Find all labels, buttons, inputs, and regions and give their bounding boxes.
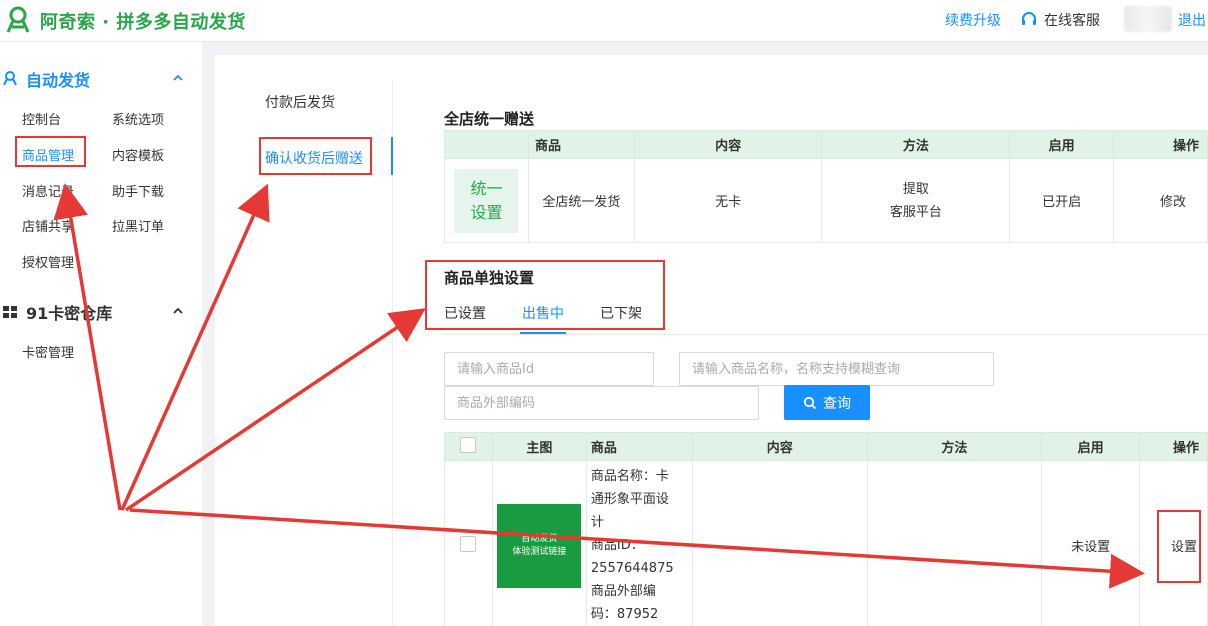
product-thumbnail: 自动发货 体验测试链接 [497,503,582,588]
sidebar-item-authorization[interactable]: 授权管理 [22,252,74,271]
gift-method: 提取 客服平台 [821,158,1011,243]
sidebar-item-blacklist-orders[interactable]: 拉黑订单 [112,216,164,235]
sidebar-section-auto-ship[interactable]: 自动发货 [26,67,90,91]
sidebar-item-content-template[interactable]: 内容模板 [112,145,164,164]
col-product: 商品 [527,130,635,159]
gift-modify-link[interactable]: 修改 [1113,158,1208,243]
table-row: 自动发货 体验测试链接 商品名称：卡 通形象平面设 计 商品ID： 255764… [444,460,1208,626]
gift-product: 全店统一发货 [527,158,635,243]
unified-setting-tag: 统一 设置 [454,168,519,233]
gift-enabled: 已开启 [1009,158,1115,243]
col-blank [444,130,529,159]
external-code-input[interactable] [444,386,759,420]
col-content: 内容 [633,130,823,159]
store-gift-table: 商品 内容 方法 启用 操作 统一 设置 全店统一发货 无卡 提取 客服平台 已… [444,130,1208,243]
card-warehouse-icon [3,306,17,318]
search-button[interactable]: 查询 [784,385,870,420]
col-action: 操作 [1139,432,1208,461]
product-id-input[interactable] [444,352,654,386]
product-table: 主图 商品 内容 方法 启用 操作 自动发货 体验测试链接 商品名称：卡 通形象… [444,432,1208,626]
store-gift-title: 全店统一赠送 [444,110,535,128]
tab-active-underline [520,332,566,334]
col-method: 方法 [821,130,1011,159]
sidebar-item-shop-sharing[interactable]: 店铺共享 [22,216,74,235]
col-enabled: 启用 [1009,130,1115,159]
chevron-up-icon[interactable] [173,306,183,316]
col-main-image: 主图 [491,432,587,461]
col-content: 内容 [691,432,868,461]
sidebar-item-message-log[interactable]: 消息记录 [22,181,74,200]
product-name-input[interactable] [679,352,994,386]
product-info: 商品名称：卡 通形象平面设 计 商品ID： 2557644875 商品外部编 码… [585,460,693,626]
annotation-box-gift-after-receipt [259,137,372,175]
row-checkbox[interactable] [460,535,477,552]
select-all-checkbox[interactable] [460,436,477,453]
sidebar-section-card-warehouse[interactable]: 91卡密仓库 [26,300,112,324]
product-content [691,460,868,626]
user-name-blurred [1124,6,1172,32]
brand-logo-icon [6,6,30,33]
sidebar: 自动发货 控制台 系统选项 商品管理 内容模板 消息记录 助手下载 店铺共享 拉… [0,42,202,626]
auto-ship-icon [3,71,17,86]
col-enabled: 启用 [1041,432,1141,461]
col-product: 商品 [585,432,693,461]
product-enabled: 未设置 [1041,460,1141,626]
logout-link[interactable]: 退出 [1178,10,1206,30]
table-row: 统一 设置 全店统一发货 无卡 提取 客服平台 已开启 修改 [444,158,1208,243]
subnav-active-indicator [391,137,393,175]
online-service-link[interactable]: 在线客服 [1044,10,1100,30]
subnav-pay-then-ship[interactable]: 付款后发货 [265,92,335,112]
tabs-baseline [444,334,1208,335]
chevron-up-icon[interactable] [173,73,183,83]
headset-icon [1022,12,1036,25]
sidebar-item-card-management[interactable]: 卡密管理 [22,342,74,361]
annotation-box-product-settings [425,260,665,330]
brand-title: 阿奇索 · 拼多多自动发货 [40,12,246,33]
annotation-box-product-management [15,136,86,167]
sidebar-item-assistant-download[interactable]: 助手下载 [112,181,164,200]
top-header: 阿奇索 · 拼多多自动发货 续费升级 在线客服 退出 [0,0,1208,42]
sidebar-item-system-options[interactable]: 系统选项 [112,109,164,128]
product-method [866,460,1043,626]
col-method: 方法 [866,432,1043,461]
renew-upgrade-link[interactable]: 续费升级 [945,10,1001,30]
gift-content: 无卡 [633,158,823,243]
annotation-box-setting-action [1157,510,1201,583]
search-icon [803,396,817,409]
col-action: 操作 [1113,130,1208,159]
sidebar-item-console[interactable]: 控制台 [22,109,61,128]
